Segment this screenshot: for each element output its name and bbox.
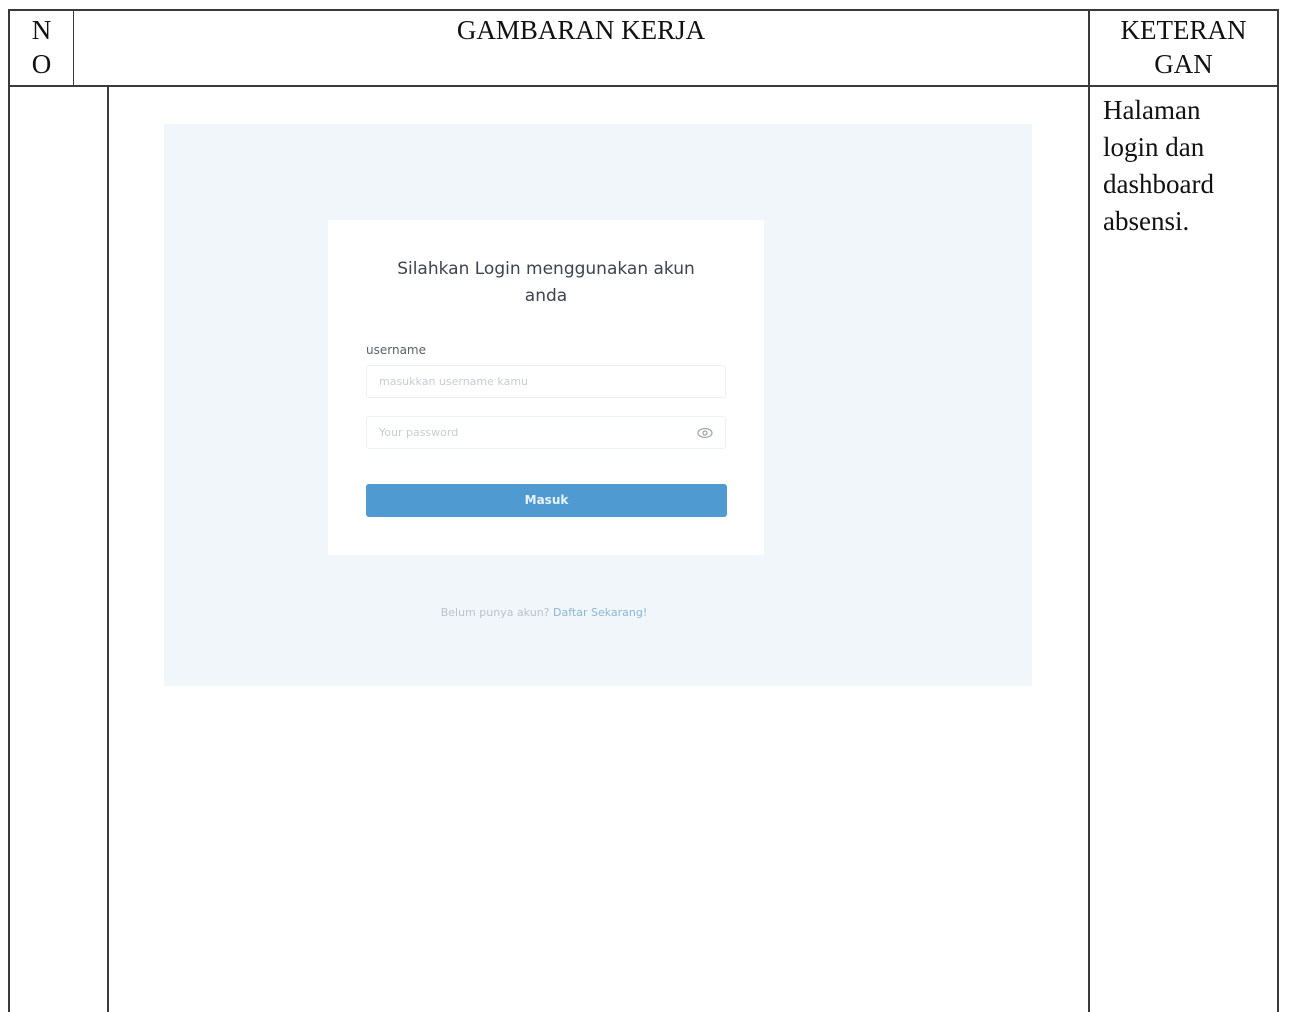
table-left-border (8, 9, 10, 1012)
table-inner-column-divider (107, 86, 109, 1012)
login-submit-button[interactable]: Masuk (366, 484, 727, 517)
password-placeholder: Your password (379, 426, 459, 439)
eye-icon[interactable] (697, 426, 713, 440)
header-gambaran-kerja: GAMBARAN KERJA (456, 15, 706, 45)
username-label: username (366, 343, 426, 357)
login-title: Silahkan Login menggunakan akun anda (328, 256, 764, 310)
login-page-screenshot: Silahkan Login menggunakan akun anda use… (164, 124, 1032, 686)
header-no-line1: N (31, 15, 52, 45)
header-keterangan-line2: GAN (1154, 49, 1213, 79)
username-input[interactable]: masukkan username kamu (366, 365, 726, 398)
username-placeholder: masukkan username kamu (379, 375, 529, 388)
signup-prompt: Belum punya akun? Daftar Sekarang! (164, 606, 924, 619)
login-card: Silahkan Login menggunakan akun anda use… (328, 220, 764, 555)
login-title-line2: anda (524, 286, 568, 306)
keterangan-cell: Halaman login dan dashboard absensi. (1103, 92, 1273, 240)
keterangan-line: dashboard (1103, 169, 1214, 199)
header-no-line2: O (31, 49, 52, 79)
signup-prompt-text: Belum punya akun? (440, 606, 550, 619)
password-input[interactable]: Your password (366, 416, 726, 449)
header-no: N O (10, 13, 73, 81)
header-keterangan-line1: KETERAN (1120, 15, 1247, 45)
signup-link[interactable]: Daftar Sekarang! (553, 606, 647, 619)
table-keterangan-divider (1088, 9, 1090, 1012)
keterangan-line: Halaman (1103, 95, 1201, 125)
login-title-line1: Silahkan Login menggunakan akun (397, 259, 695, 279)
document-page: N O GAMBARAN KERJA KETERAN GAN Halaman l… (0, 0, 1290, 1012)
keterangan-line: absensi. (1103, 206, 1190, 236)
header-keterangan: KETERAN GAN (1090, 13, 1277, 81)
table-right-border (1277, 9, 1279, 1012)
keterangan-line: login dan (1103, 132, 1205, 162)
